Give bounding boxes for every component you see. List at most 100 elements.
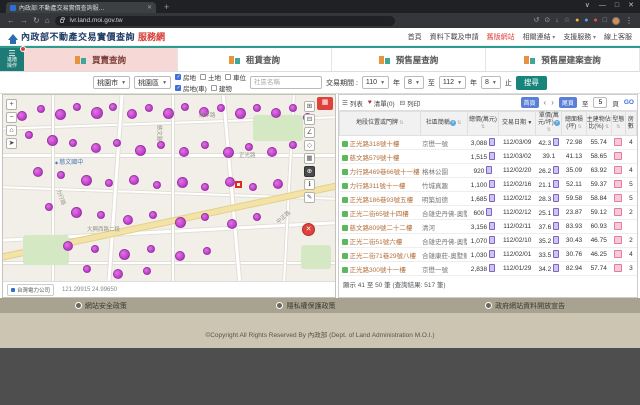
cluster-marker[interactable] [17,111,27,121]
header-nav-link-4[interactable]: 支援服務 [563,32,596,42]
address-link[interactable]: 正光路300號十一樓 [350,267,406,274]
maximize-icon[interactable]: □ [615,1,619,11]
cluster-marker[interactable] [175,217,186,228]
city-select[interactable]: 桃園市▼ [93,76,130,89]
cluster-marker[interactable] [143,267,151,275]
column-header[interactable]: 交易日期 ▼ [499,112,536,136]
back-icon[interactable]: ← [7,14,15,27]
year-to-select[interactable]: 112▼ [439,76,466,89]
zoom-in-button[interactable]: + [6,99,17,110]
footer-link-1[interactable]: 隱私權保護政策 [276,301,335,311]
minimize-icon[interactable]: — [599,1,606,11]
cluster-marker[interactable] [181,103,189,111]
print-icon[interactable]: ⊟ [304,114,315,125]
cluster-marker[interactable] [179,147,189,157]
zoom-out-button[interactable]: − [6,112,17,123]
address-link[interactable]: 正光二街71巷29號八樓 [350,253,416,260]
cluster-marker[interactable] [289,104,297,112]
cluster-marker[interactable] [177,177,188,188]
map-canvas[interactable]: +−⌂➤ ⊞⊟∠◇▦⊕ℹ✎ ✕ ▦ 慈文路力行路正光路大興西路二段中正路南平路慈… [3,95,335,281]
measure-icon[interactable]: ∠ [304,127,315,138]
cluster-marker[interactable] [91,245,99,253]
polygon-icon[interactable]: ◇ [304,140,315,151]
tab-買賣查詢[interactable]: 買賣查詢 [24,48,178,71]
address-link[interactable]: 慈文路579號十樓 [350,155,400,162]
reload-icon[interactable]: ↻ [33,14,40,27]
table-row[interactable]: 慈文路809號二十二樓清河3,156112/02/1137.683.9360.9… [340,220,637,234]
table-row[interactable]: 慈文路579號十樓1,515112/03/0239.141.1358.65 [340,150,637,164]
cluster-marker[interactable] [135,145,146,156]
cluster-marker[interactable] [113,269,123,279]
cluster-marker[interactable] [175,251,185,261]
tab-租賃查詢[interactable]: 租賃查詢 [178,48,332,71]
cluster-marker[interactable] [57,171,65,179]
advanced-menu-button[interactable]: ☰ 進階操作 [0,48,24,71]
prev-page-icon[interactable]: ‹ [544,98,547,108]
home-icon[interactable]: ⌂ [45,14,50,27]
header-nav-link-2[interactable]: 舊版網站 [487,32,515,42]
favorites-button[interactable]: ♥ 清單(0) [368,98,395,108]
cluster-marker[interactable] [55,109,66,120]
header-nav-link-5[interactable]: 線上客服 [604,32,632,42]
info-icon[interactable]: ℹ [304,179,315,190]
cluster-marker[interactable] [91,143,101,153]
table-row[interactable]: 正光路300號十一樓京懋一號2,838112/01/2934.282.9457.… [340,262,637,276]
cluster-marker[interactable] [153,181,161,189]
cluster-marker[interactable] [273,179,283,189]
cluster-marker[interactable] [253,213,261,221]
cluster-marker[interactable] [69,139,77,147]
table-row[interactable]: 力行路311號十一樓竹城真趣1,100112/02/1621.152.1159.… [340,178,637,192]
month-from-select[interactable]: 8▼ [404,76,424,89]
cluster-marker[interactable] [73,103,81,111]
extension-icon-red[interactable]: ● [594,15,598,27]
search-icon[interactable]: ⊙ [544,15,550,27]
address-cell[interactable]: 力行路311號十一樓 [340,178,421,192]
search-button[interactable]: 搜尋 [516,76,547,90]
site-logo[interactable]: 內政部不動產交易實價查詢 服務網 [8,30,165,43]
forward-icon[interactable]: → [20,14,28,27]
address-cell[interactable]: 正光路186巷93號五樓 [340,192,421,206]
cluster-marker[interactable] [105,179,113,187]
browser-tab[interactable]: 內政部:不動產交易實價查詢服… ✕ [6,2,156,13]
cluster-marker[interactable] [201,213,209,221]
table-row[interactable]: 正光二街71巷29號八樓合雄康莊-奧墅館1,030112/02/0133.530… [340,248,637,262]
year-from-select[interactable]: 110▼ [362,76,389,89]
list-view-button[interactable]: ☰ 列表 [342,98,363,108]
pan-button[interactable]: ➤ [6,138,17,149]
bookmark-star-icon[interactable]: ☆ [564,15,570,27]
address-cell[interactable]: 正光二街51號六樓 [340,234,421,248]
address-cell[interactable]: 慈文路579號十樓 [340,150,421,164]
header-nav-link-0[interactable]: 首頁 [408,32,422,42]
table-row[interactable]: 正光二街65號十四樓合雄史丹佛-奧墅館600112/02/1225.123.87… [340,206,637,220]
page-number-input[interactable] [593,97,607,108]
address-link[interactable]: 力行路469巷66號十一樓 [350,169,420,176]
close-icon[interactable]: ✕ [628,1,634,11]
cluster-marker[interactable] [113,139,121,147]
cluster-marker[interactable] [147,245,155,253]
cluster-marker[interactable] [123,215,133,225]
extension-icon-yellow[interactable]: ● [575,15,579,27]
checkbox-房地(車)[interactable]: 房地(車) [175,83,207,93]
address-link[interactable]: 正光二街65號十四樓 [350,211,409,218]
selected-marker[interactable] [235,181,242,188]
cluster-marker[interactable] [253,104,261,112]
table-row[interactable]: 正光二街51號六樓合雄史丹佛-奧墅館1,070112/02/1035.230.4… [340,234,637,248]
cluster-marker[interactable] [201,183,209,191]
cluster-marker[interactable] [109,103,117,111]
cluster-marker[interactable] [245,143,253,151]
table-row[interactable]: 正光路318號十樓京懋一號3,088112/03/0942.372.9855.7… [340,136,637,150]
cluster-marker[interactable] [127,109,137,119]
cluster-marker[interactable] [201,141,209,149]
cluster-marker[interactable] [267,147,277,157]
fullscreen-icon[interactable]: ⊞ [304,101,315,112]
table-row[interactable]: 力行路469巷66號十一樓格林公園920112/02/2026.235.0963… [340,164,637,178]
address-cell[interactable]: 正光路300號十一樓 [340,262,421,276]
checkbox-房地[interactable]: 房地 [175,72,196,82]
district-select[interactable]: 桃園區▼ [134,76,171,89]
address-link[interactable]: 正光二街51號六樓 [350,239,403,246]
address-link[interactable]: 正光路318號十樓 [350,141,400,148]
header-nav-link-1[interactable]: 資料下載及申請 [430,32,479,42]
help-icon[interactable]: ? [554,120,560,126]
column-header[interactable]: 主建物佔比(%) ⇅ [586,112,611,136]
cluster-marker[interactable] [25,131,33,139]
